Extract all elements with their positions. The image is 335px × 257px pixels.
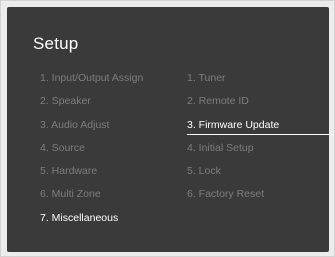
submenu-item-initial-setup[interactable]: 4. Initial Setup <box>187 140 279 163</box>
setup-screen: Setup 1. Input/Output Assign 2. Speaker … <box>7 7 334 252</box>
selection-underline <box>187 133 334 135</box>
submenu-item-remote-id[interactable]: 2. Remote ID <box>187 93 279 116</box>
menu-item-source[interactable]: 4. Source <box>40 140 143 163</box>
page-title: Setup <box>33 34 79 53</box>
menu-item-multi-zone[interactable]: 6. Multi Zone <box>40 186 143 209</box>
submenu-item-lock[interactable]: 5. Lock <box>187 163 279 186</box>
menu-item-hardware[interactable]: 5. Hardware <box>40 163 143 186</box>
submenu-list: 1. Tuner 2. Remote ID 3. Firmware Update… <box>187 70 334 210</box>
category-list: 1. Input/Output Assign 2. Speaker 3. Aud… <box>40 70 143 233</box>
submenu-item-factory-reset[interactable]: 6. Factory Reset <box>187 186 279 209</box>
menu-item-input-output-assign[interactable]: 1. Input/Output Assign <box>40 70 143 93</box>
menu-item-audio-adjust[interactable]: 3. Audio Adjust <box>40 117 143 140</box>
submenu-item-tuner[interactable]: 1. Tuner <box>187 70 279 93</box>
menu-item-speaker[interactable]: 2. Speaker <box>40 93 143 116</box>
submenu-item-firmware-update-label: 3. Firmware Update <box>187 118 280 131</box>
device-frame: Setup 1. Input/Output Assign 2. Speaker … <box>0 0 335 257</box>
submenu-item-firmware-update[interactable]: 3. Firmware Update <box>187 117 334 140</box>
menu-item-miscellaneous[interactable]: 7. Miscellaneous <box>40 210 143 233</box>
